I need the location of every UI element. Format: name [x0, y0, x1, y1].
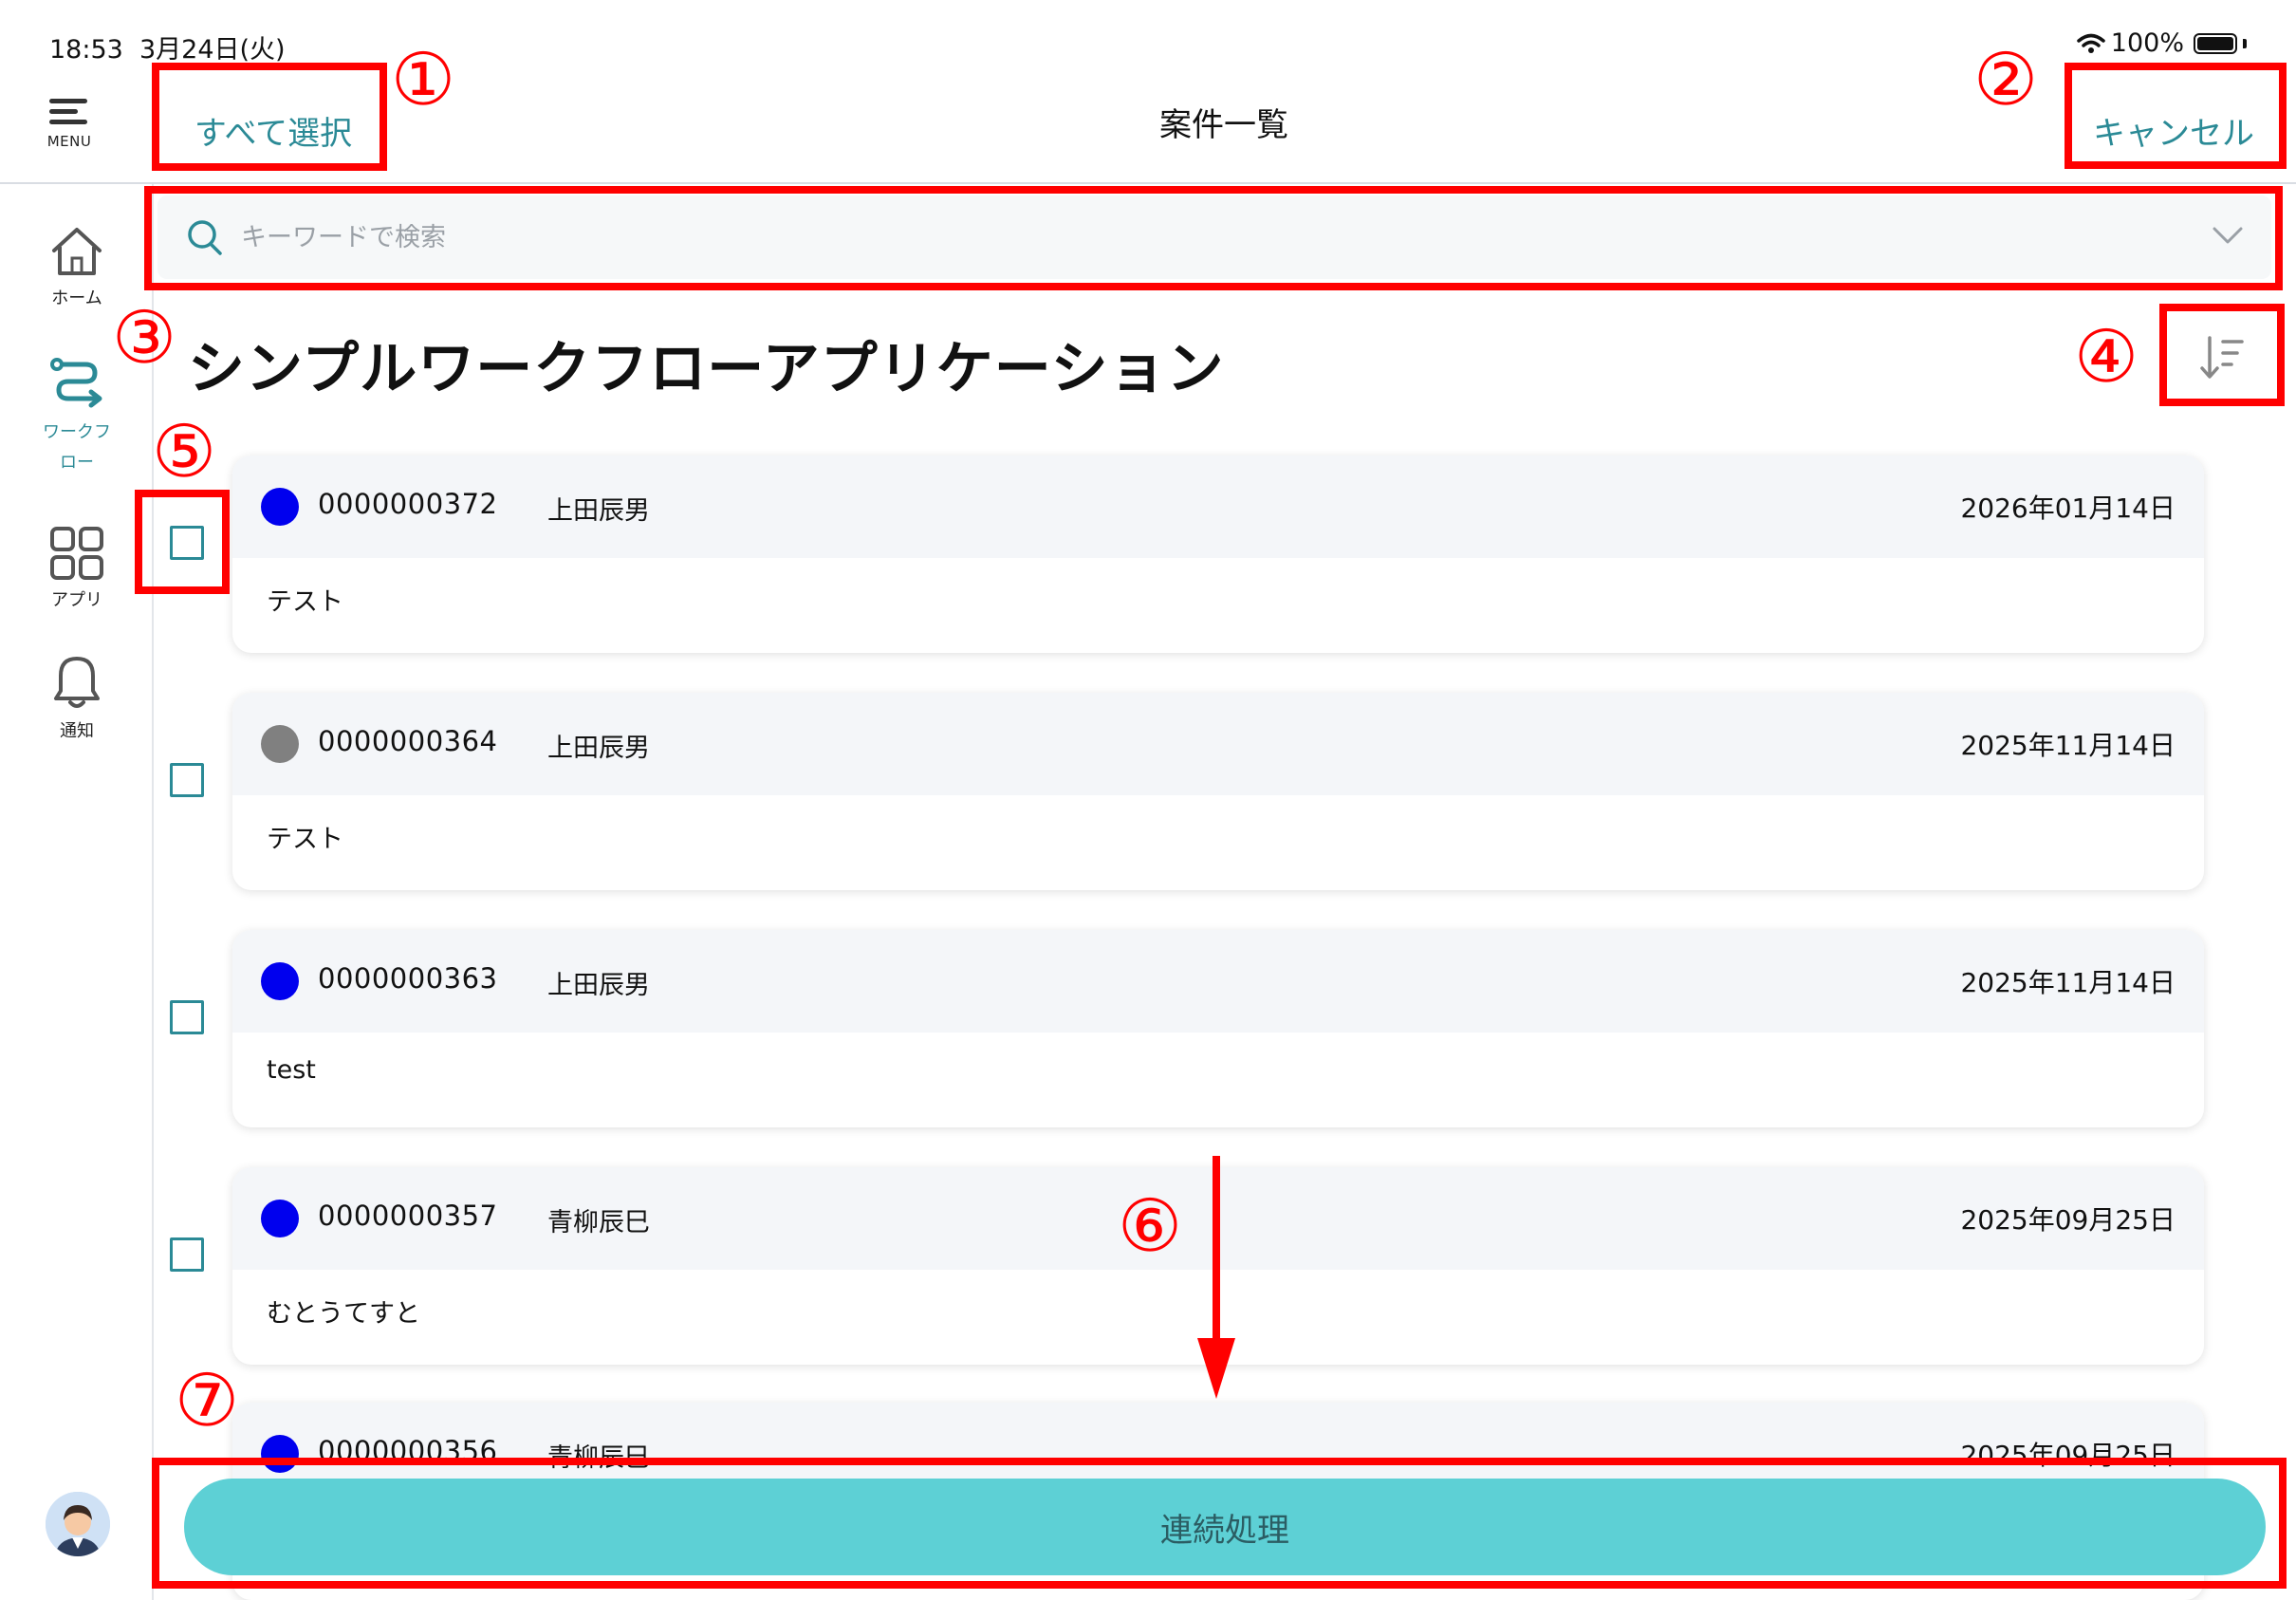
sidebar-item-apps[interactable]: アプリ — [23, 526, 131, 615]
annotation-number-1: ① — [391, 37, 456, 121]
case-person: 上田辰男 — [547, 734, 650, 763]
case-checkbox[interactable] — [170, 1237, 204, 1272]
battery-percent: 100% — [2110, 28, 2184, 58]
case-date: 2025年11月14日 — [1960, 967, 2176, 998]
annotation-box-4 — [2159, 304, 2285, 406]
annotation-number-4: ④ — [2074, 314, 2139, 399]
case-subject: test — [267, 1055, 316, 1085]
case-number: 0000000364 — [318, 725, 498, 757]
battery-icon — [2194, 32, 2237, 54]
case-checkbox[interactable] — [170, 763, 204, 797]
case-number: 0000000363 — [318, 962, 498, 995]
annotation-box-7 — [152, 1458, 2287, 1589]
sidebar-item-label: アプリ — [51, 590, 102, 610]
status-dot — [261, 725, 299, 763]
case-card[interactable]: 0000000364 上田辰男 2025年11月14日 テスト — [232, 693, 2204, 890]
case-person: 上田辰男 — [547, 496, 650, 526]
annotation-box-5 — [135, 490, 230, 594]
annotation-box-2 — [2065, 63, 2287, 169]
menu-label: MENU — [46, 133, 92, 150]
down-arrow-icon — [1197, 1156, 1235, 1399]
battery-tip — [2243, 38, 2247, 48]
grid-icon — [50, 527, 103, 580]
sidebar-item-notifications[interactable]: 通知 — [23, 655, 131, 746]
case-card[interactable]: 0000000363 上田辰男 2025年11月14日 test — [232, 930, 2204, 1127]
annotation-number-2: ② — [1973, 37, 2039, 121]
annotation-number-3: ③ — [112, 295, 177, 380]
case-date: 2026年01月14日 — [1960, 493, 2176, 524]
status-clock: 18:53 — [49, 35, 123, 65]
hamburger-icon — [49, 97, 89, 127]
case-subject: テスト — [267, 825, 343, 854]
status-dot — [261, 488, 299, 526]
annotation-number-5: ⑤ — [152, 409, 217, 493]
case-subject: むとうてすと — [267, 1299, 420, 1329]
case-card[interactable]: 0000000372 上田辰男 2026年01月14日 テスト — [232, 456, 2204, 653]
case-person: 上田辰男 — [547, 971, 650, 1000]
status-time: 18:53 3月24日(火) — [49, 28, 286, 65]
bell-icon — [54, 657, 100, 708]
annotation-number-7: ⑦ — [175, 1358, 240, 1442]
sidebar-item-label: 通知 — [60, 721, 94, 741]
annotation-number-6: ⑥ — [1118, 1183, 1183, 1268]
wifi-icon — [2077, 33, 2105, 53]
annotation-box-1 — [152, 63, 387, 171]
person-avatar-icon — [46, 1492, 110, 1556]
sidebar-item-label: ワークフ ロー — [43, 422, 111, 473]
status-dot — [261, 1200, 299, 1237]
case-date: 2025年09月25日 — [1960, 1204, 2176, 1236]
case-card-header: 0000000372 上田辰男 2026年01月14日 — [232, 456, 2204, 558]
case-number: 0000000372 — [318, 488, 498, 520]
case-number: 0000000357 — [318, 1200, 498, 1232]
home-icon — [52, 228, 102, 275]
menu-button[interactable]: MENU — [40, 93, 99, 156]
app-title: シンプルワークフローアプリケーション — [188, 336, 1225, 402]
status-dot — [261, 962, 299, 1000]
case-card-header: 0000000364 上田辰男 2025年11月14日 — [232, 693, 2204, 795]
status-date: 3月24日(火) — [139, 35, 286, 65]
case-person: 青柳辰巳 — [547, 1208, 650, 1237]
sidebar-divider — [152, 184, 154, 1600]
annotation-box-search — [144, 186, 2283, 290]
case-subject: テスト — [267, 587, 343, 617]
workflow-icon — [50, 358, 102, 408]
case-checkbox[interactable] — [170, 1000, 204, 1034]
case-card-header: 0000000363 上田辰男 2025年11月14日 — [232, 930, 2204, 1033]
status-indicators: 100% — [2077, 28, 2247, 58]
header-divider — [0, 182, 2296, 184]
page-title: 案件一覧 — [1159, 106, 1288, 144]
case-date: 2025年11月14日 — [1960, 730, 2176, 761]
user-avatar[interactable] — [46, 1492, 110, 1556]
